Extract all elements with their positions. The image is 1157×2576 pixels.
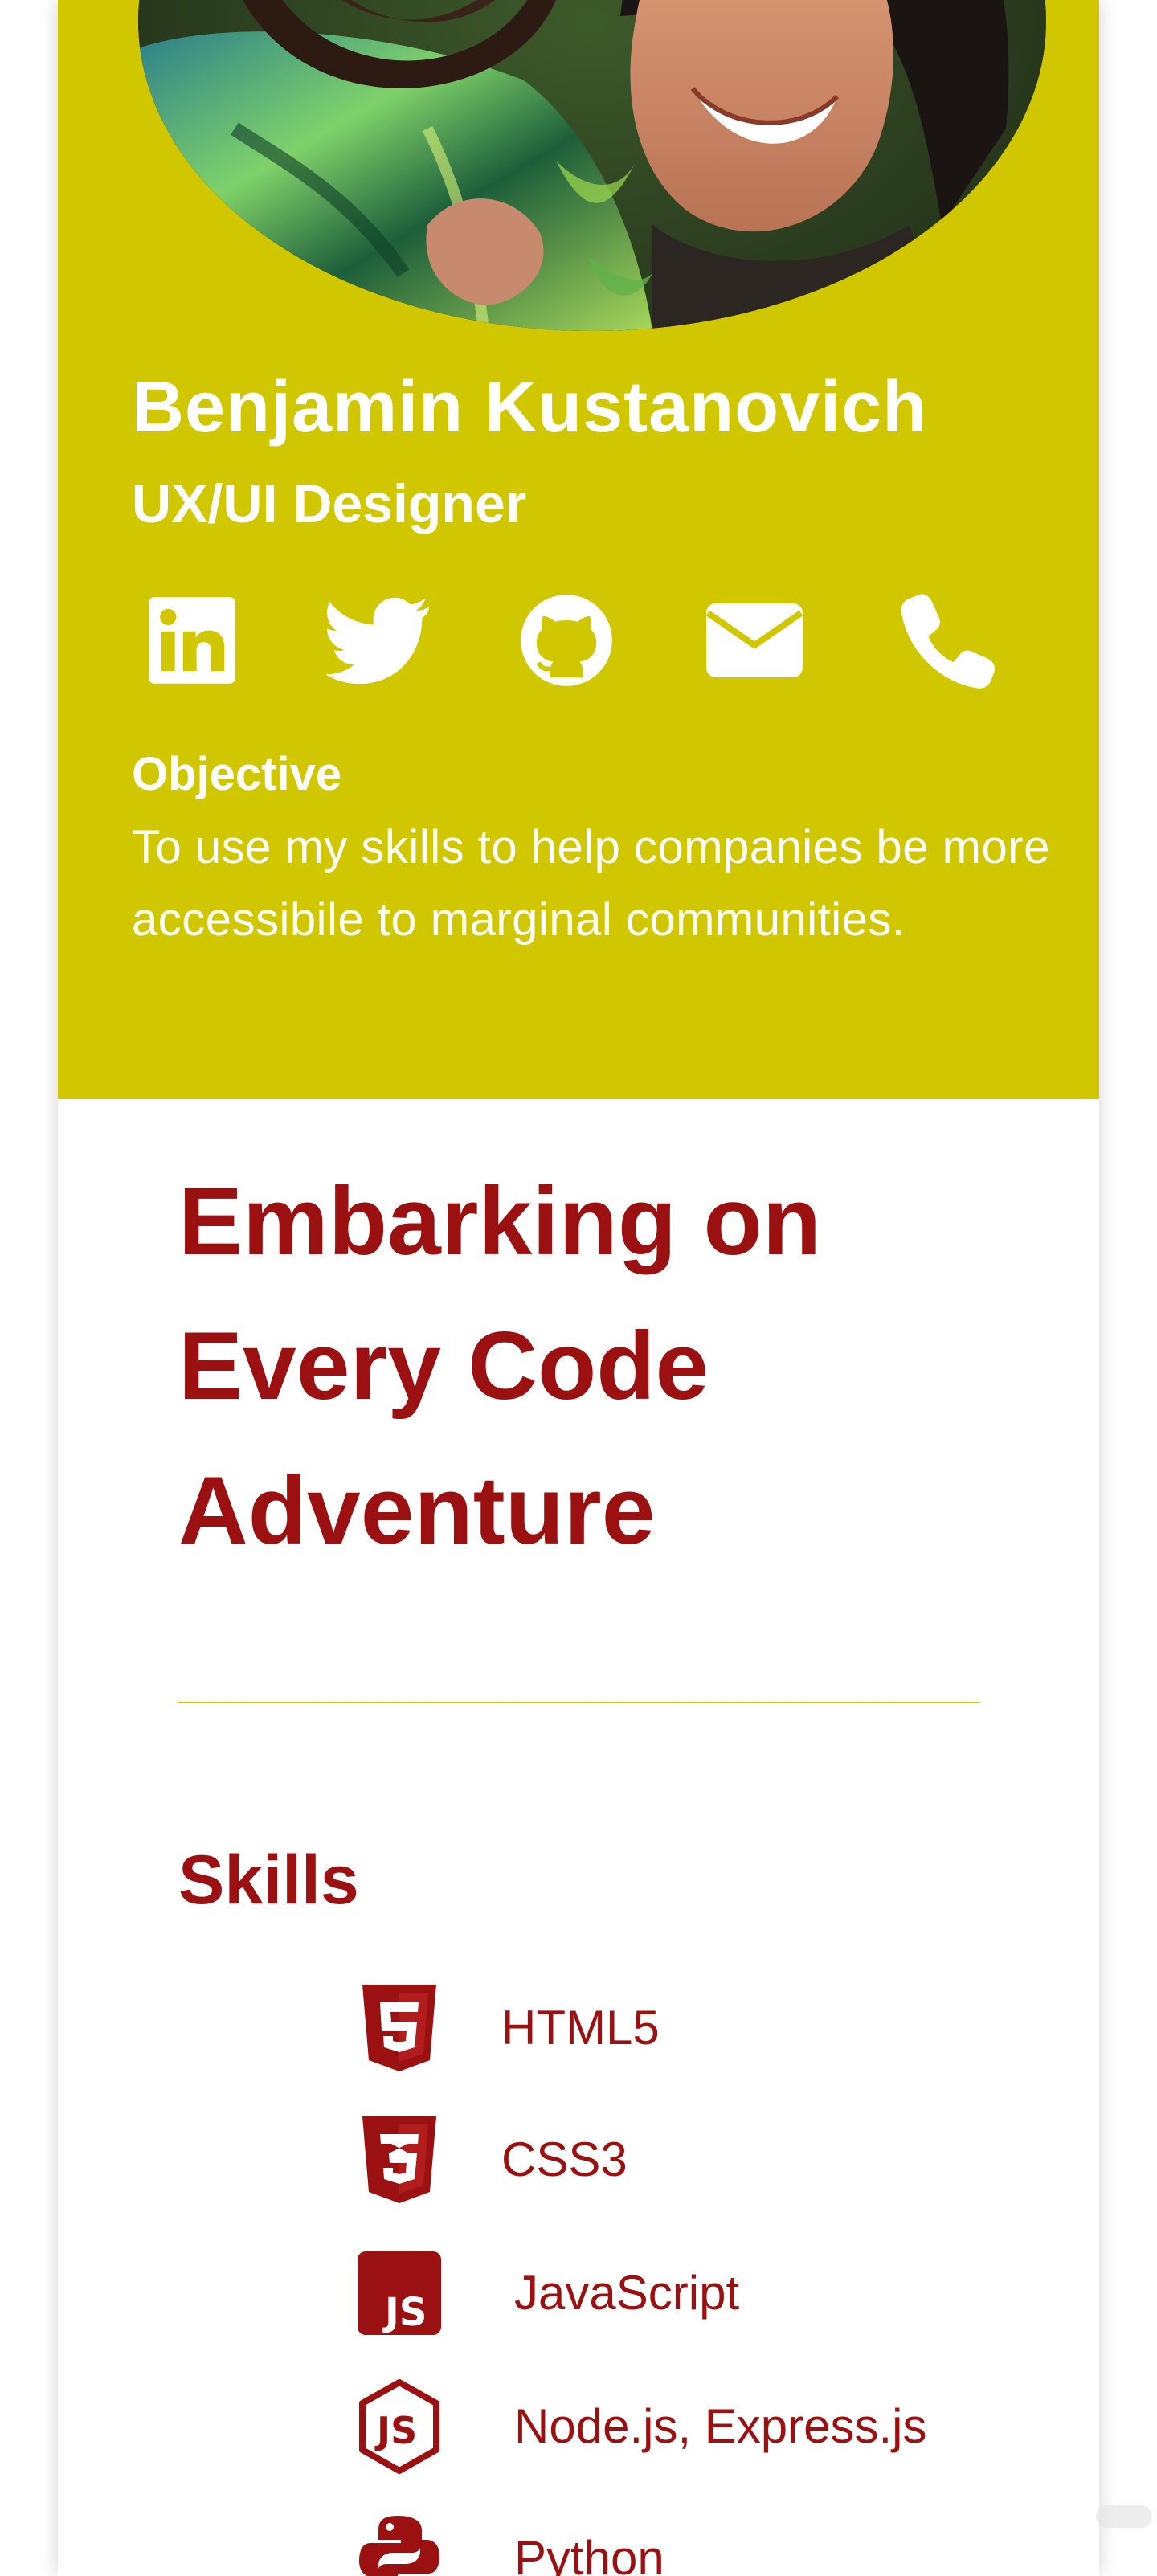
javascript-icon: JS bbox=[355, 2245, 444, 2341]
resume-card: Benjamin Kustanovich UX/UI Designer Obje… bbox=[58, 0, 1099, 2576]
skill-label: CSS3 bbox=[501, 2132, 628, 2186]
section-divider bbox=[178, 1702, 980, 1703]
twitter-icon bbox=[326, 597, 429, 685]
phone-link[interactable] bbox=[887, 580, 1008, 701]
skill-label: HTML5 bbox=[501, 2001, 660, 2055]
skill-label: Node.js, Express.js bbox=[514, 2399, 927, 2453]
skill-item-nodejs: JS Node.js, Express.js bbox=[178, 2378, 1062, 2475]
svg-text:JS: JS bbox=[382, 2290, 427, 2335]
twitter-link[interactable] bbox=[318, 580, 439, 701]
nodejs-icon: JS bbox=[355, 2378, 444, 2475]
skill-item-css3: CSS3 bbox=[178, 2112, 1062, 2208]
email-link[interactable] bbox=[694, 580, 815, 701]
skill-item-python: Python bbox=[178, 2510, 1062, 2576]
objective-title: Objective bbox=[132, 748, 342, 800]
profile-name: Benjamin Kustanovich bbox=[132, 367, 928, 448]
linkedin-link[interactable] bbox=[132, 580, 252, 701]
skill-label: Python bbox=[514, 2531, 664, 2576]
objective-text: To use my skills to help companies be mo… bbox=[132, 821, 1050, 946]
skill-item-html5: HTML5 bbox=[178, 1980, 1062, 2076]
skill-item-javascript: JS JavaScript bbox=[178, 2245, 1062, 2341]
profile-role: UX/UI Designer bbox=[132, 473, 527, 534]
github-link[interactable] bbox=[506, 580, 627, 701]
profile-photo bbox=[138, 0, 1046, 331]
linkedin-icon bbox=[149, 597, 235, 684]
social-links bbox=[132, 580, 1056, 701]
svg-text:JS: JS bbox=[374, 2409, 417, 2452]
profile-header: Benjamin Kustanovich UX/UI Designer Obje… bbox=[58, 0, 1099, 1099]
hero-headline: Embarking on Every Code Adventure bbox=[178, 1167, 822, 1564]
phone-icon bbox=[901, 594, 996, 689]
skill-label: JavaScript bbox=[514, 2266, 740, 2320]
html5-icon bbox=[355, 1980, 444, 2076]
skills-title: Skills bbox=[178, 1842, 359, 1919]
github-icon bbox=[521, 595, 612, 686]
css3-icon bbox=[355, 2112, 444, 2208]
python-icon bbox=[355, 2510, 444, 2576]
scroll-indicator bbox=[1096, 2505, 1152, 2528]
envelope-icon bbox=[705, 603, 803, 677]
